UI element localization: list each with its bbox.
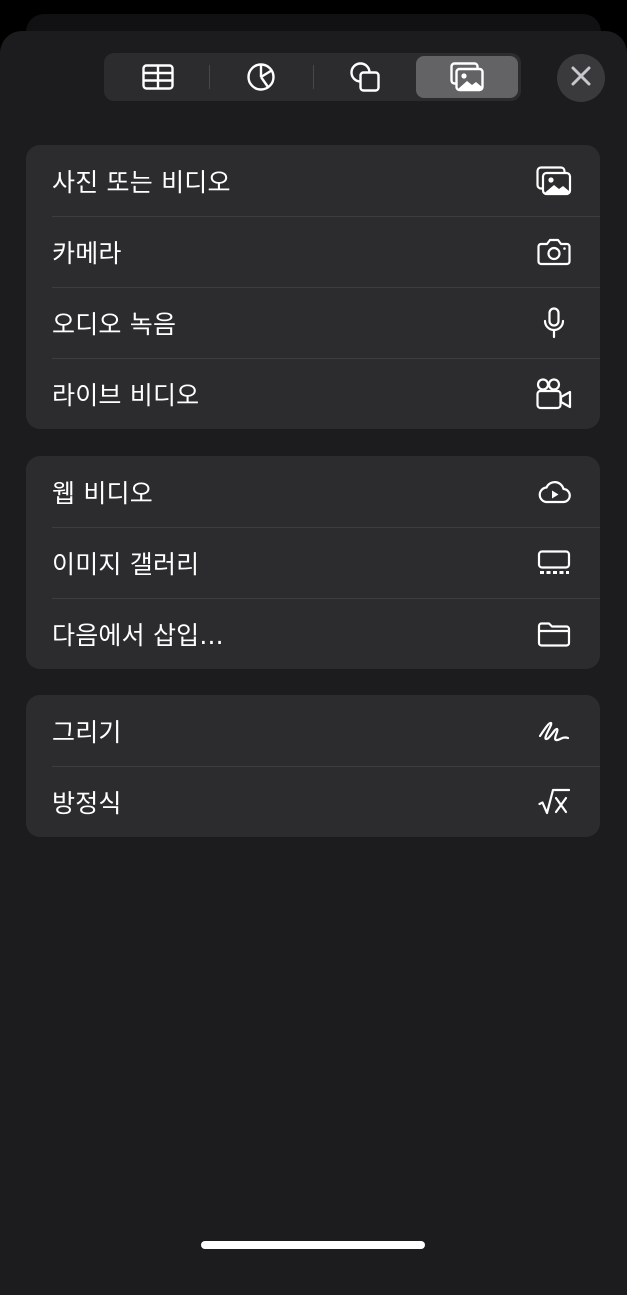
menu-item-label: 방정식 [52, 788, 122, 818]
menu-item-equation[interactable]: 방정식 [26, 766, 600, 837]
menu-item-label: 다음에서 삽입... [52, 620, 224, 650]
menu-item-label: 카메라 [52, 238, 122, 268]
tab-media[interactable] [415, 56, 518, 98]
drawing-scribble-icon [534, 713, 574, 749]
menu-item-photo-or-video[interactable]: 사진 또는 비디오 [26, 145, 600, 216]
menu-item-camera[interactable]: 카메라 [26, 216, 600, 287]
photo-library-icon [534, 163, 574, 199]
square-root-x-icon [534, 784, 574, 820]
close-icon [571, 66, 591, 90]
cloud-play-icon [534, 474, 574, 510]
close-button[interactable] [557, 54, 605, 102]
menu-item-label: 그리기 [52, 717, 122, 747]
menu-item-label: 라이브 비디오 [52, 380, 200, 410]
video-camera-icon [534, 376, 574, 412]
menu-item-label: 웹 비디오 [52, 478, 153, 508]
draw-equation-group: 그리기 방정식 [26, 695, 600, 837]
menu-item-audio-recording[interactable]: 오디오 녹음 [26, 287, 600, 358]
microphone-icon [534, 305, 574, 341]
media-icon [450, 62, 484, 92]
tab-shapes[interactable] [314, 56, 416, 98]
menu-item-insert-from[interactable]: 다음에서 삽입... [26, 598, 600, 669]
folder-icon [534, 616, 574, 652]
home-indicator [201, 1241, 425, 1249]
tab-table[interactable] [107, 56, 209, 98]
image-gallery-icon [534, 545, 574, 581]
camera-icon [534, 234, 574, 270]
menu-item-image-gallery[interactable]: 이미지 갤러리 [26, 527, 600, 598]
chart-icon [246, 62, 276, 92]
insert-sheet: 사진 또는 비디오 카메라 오디오 녹음 라이브 비디오 웹 비디오 이미지 갤… [0, 31, 627, 1295]
shapes-icon [349, 61, 381, 93]
menu-item-label: 오디오 녹음 [52, 309, 177, 339]
menu-item-web-video[interactable]: 웹 비디오 [26, 456, 600, 527]
table-icon [142, 64, 174, 90]
menu-item-label: 사진 또는 비디오 [52, 167, 231, 197]
media-source-group: 사진 또는 비디오 카메라 오디오 녹음 라이브 비디오 [26, 145, 600, 429]
insert-source-group: 웹 비디오 이미지 갤러리 다음에서 삽입... [26, 456, 600, 669]
menu-item-label: 이미지 갤러리 [52, 549, 200, 579]
menu-item-drawing[interactable]: 그리기 [26, 695, 600, 766]
insert-category-tabs [104, 53, 521, 101]
tab-chart[interactable] [210, 56, 312, 98]
menu-item-live-video[interactable]: 라이브 비디오 [26, 358, 600, 429]
